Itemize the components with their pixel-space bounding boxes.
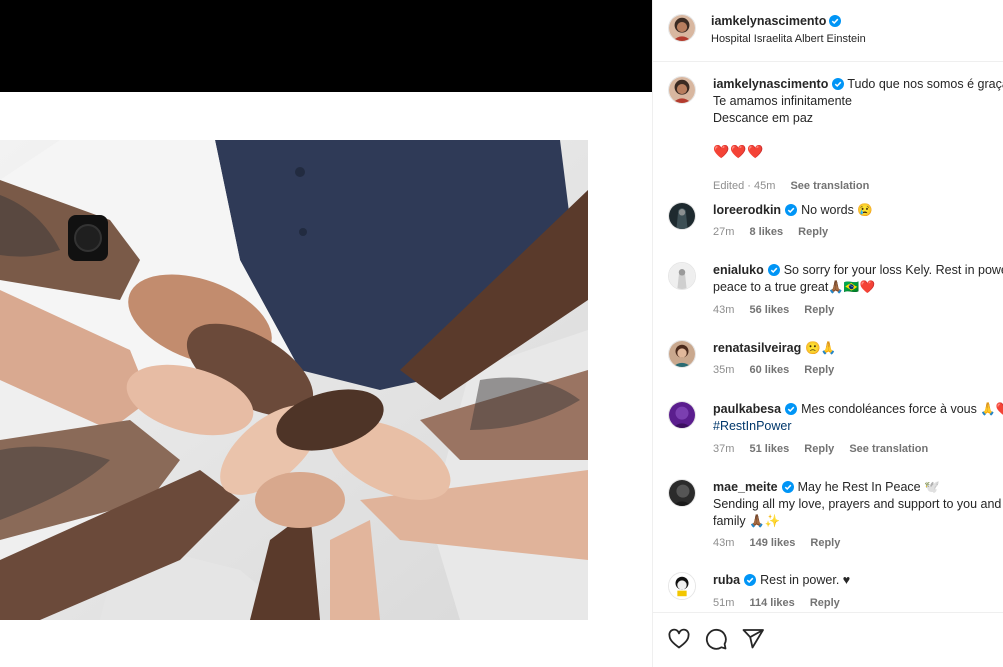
comment-item: ruba Rest in power. ♥ 51m 114 likes Reply bbox=[653, 572, 1003, 611]
commenter-username[interactable]: renatasilveirag bbox=[713, 341, 801, 355]
media-area bbox=[0, 92, 652, 667]
comment-time: 27m bbox=[713, 226, 735, 238]
comment-text-line-2: peace to a true great🙏🏾🇧🇷❤️ bbox=[713, 280, 876, 294]
comment-text: Mes condoléances force à vous 🙏❤️ bbox=[801, 402, 1003, 416]
comment-item: renatasilveirag 🙁🙏 35m 60 likes Reply bbox=[653, 340, 1003, 390]
comment-likes[interactable]: 56 likes bbox=[749, 304, 789, 316]
commenter-avatar[interactable] bbox=[668, 479, 696, 507]
comment-likes[interactable]: 8 likes bbox=[749, 226, 783, 238]
comment-time: 43m bbox=[713, 304, 735, 316]
comment-text: So sorry for your loss Kely. Rest in pow… bbox=[783, 263, 1003, 277]
reply-button[interactable]: Reply bbox=[804, 443, 834, 455]
post-details-panel: iamkelynascimento Hospital Israelita Alb… bbox=[653, 0, 1003, 667]
verified-badge-icon bbox=[829, 15, 842, 27]
post-location[interactable]: Hospital Israelita Albert Einstein bbox=[711, 33, 866, 45]
reply-button[interactable]: Reply bbox=[810, 537, 840, 549]
comment-icon[interactable] bbox=[704, 627, 728, 651]
verified-badge-icon bbox=[781, 481, 794, 493]
caption-edited: Edited · 45m bbox=[713, 180, 776, 192]
comment-likes[interactable]: 51 likes bbox=[749, 443, 789, 455]
commenter-avatar[interactable] bbox=[668, 202, 696, 230]
caption-avatar[interactable] bbox=[668, 76, 696, 104]
commenter-avatar[interactable] bbox=[668, 401, 696, 429]
reply-button[interactable]: Reply bbox=[798, 226, 828, 238]
caption-line-1: Tudo que nos somos é graça bbox=[847, 77, 1003, 91]
comment-text-line-3: family 🙏🏾✨ bbox=[713, 514, 781, 528]
author-username[interactable]: iamkelynascimento bbox=[711, 14, 826, 28]
reply-button[interactable]: Reply bbox=[804, 304, 834, 316]
share-icon[interactable] bbox=[741, 627, 765, 651]
commenter-username[interactable]: mae_meite bbox=[713, 480, 778, 494]
commenter-username[interactable]: enialuko bbox=[713, 263, 764, 277]
comment-text: 🙁🙏 bbox=[805, 341, 837, 355]
action-bar bbox=[653, 612, 1003, 667]
caption-meta: Edited · 45m See translation bbox=[713, 180, 881, 192]
verified-badge-icon bbox=[767, 264, 780, 276]
see-translation-link[interactable]: See translation bbox=[790, 180, 869, 192]
comment-item: loreerodkin No words 😢 27m 8 likes Reply bbox=[653, 202, 1003, 252]
verified-badge-icon bbox=[744, 574, 757, 586]
comment-time: 37m bbox=[713, 443, 735, 455]
comment-text-line-2: Sending all my love, prayers and support… bbox=[713, 497, 1002, 511]
commenter-username[interactable]: ruba bbox=[713, 573, 740, 587]
caption: iamkelynascimento Tudo que nos somos é gr… bbox=[653, 76, 1003, 196]
comment-time: 35m bbox=[713, 364, 735, 376]
comment-likes[interactable]: 60 likes bbox=[749, 364, 789, 376]
caption-emoji: ❤️❤️❤️ bbox=[713, 144, 765, 159]
author-avatar[interactable] bbox=[668, 14, 696, 42]
comment-item: enialuko So sorry for your loss Kely. Res… bbox=[653, 262, 1003, 322]
post-header: iamkelynascimento Hospital Israelita Alb… bbox=[653, 0, 1003, 62]
verified-badge-icon bbox=[832, 78, 845, 90]
comment-likes[interactable]: 149 likes bbox=[749, 537, 795, 549]
see-translation-link[interactable]: See translation bbox=[849, 443, 928, 455]
comment-text: Rest in power. ♥ bbox=[760, 573, 851, 587]
verified-badge-icon bbox=[785, 403, 798, 415]
verified-badge-icon bbox=[785, 204, 798, 216]
comment-item: paulkabesa Mes condoléances force à vous … bbox=[653, 401, 1003, 463]
reply-button[interactable]: Reply bbox=[810, 597, 840, 609]
reply-button[interactable]: Reply bbox=[804, 364, 834, 376]
commenter-avatar[interactable] bbox=[668, 262, 696, 290]
comment-item: mae_meite May he Rest In Peace 🕊️ Sending… bbox=[653, 479, 1003, 557]
hashtag-link[interactable]: #RestInPower bbox=[713, 418, 1003, 435]
heart-icon[interactable] bbox=[667, 627, 691, 651]
comment-time: 43m bbox=[713, 537, 735, 549]
media-top-band bbox=[0, 0, 652, 92]
commenter-username[interactable]: paulkabesa bbox=[713, 402, 781, 416]
commenter-avatar[interactable] bbox=[668, 572, 696, 600]
commenter-avatar[interactable] bbox=[668, 340, 696, 368]
caption-line-3: Descance em paz bbox=[713, 111, 814, 125]
post-photo[interactable] bbox=[0, 140, 588, 620]
caption-line-2: Te amamos infinitamente bbox=[713, 94, 852, 108]
comment-text: No words 😢 bbox=[801, 203, 873, 217]
comment-text: May he Rest In Peace 🕊️ bbox=[797, 480, 940, 494]
commenter-username[interactable]: loreerodkin bbox=[713, 203, 781, 217]
caption-text: iamkelynascimento Tudo que nos somos é gr… bbox=[713, 76, 1003, 160]
comment-likes[interactable]: 114 likes bbox=[749, 597, 794, 609]
comment-time: 51m bbox=[713, 597, 735, 609]
caption-username[interactable]: iamkelynascimento bbox=[713, 77, 828, 91]
stacked-hands-image bbox=[0, 140, 588, 620]
comments-scroller[interactable]: iamkelynascimento Tudo que nos somos é gr… bbox=[653, 63, 1003, 611]
